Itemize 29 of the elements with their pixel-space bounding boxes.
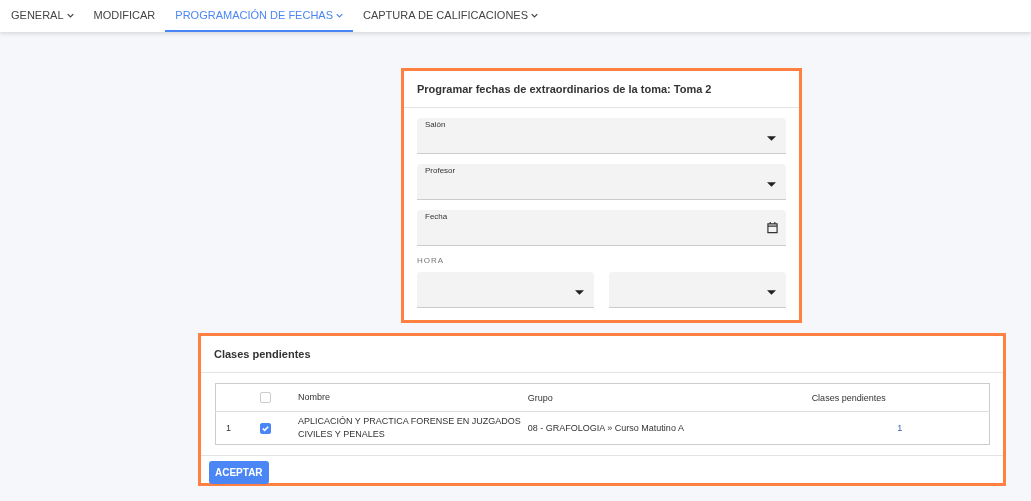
chevron-icon [336,12,343,18]
table-cell: 08 - GRAFOLOGIA » Curso Matutino A [526,411,811,445]
caret-icon [767,182,776,187]
nav-tab[interactable]: MODIFICAR [83,0,166,32]
card-title: Clases pendientes [201,336,1003,373]
time-select[interactable] [609,272,786,308]
form-field[interactable]: Salón [417,118,786,154]
caret-icon [767,136,776,141]
card-title: Programar fechas de extraordinarios de la toma: Toma 2 [404,71,799,108]
nav-tab[interactable]: CAPTURA DE CALIFICACIONES [353,0,549,32]
column-header: Clases pendientes [810,383,990,412]
table-cell: 1 [810,411,990,445]
calendar-icon [767,221,778,234]
form-field[interactable]: Fecha [417,210,786,246]
form-field[interactable]: Profesor [417,164,786,200]
chevron-icon [66,12,74,18]
caret-icon [767,290,776,295]
column-header: Nombre [297,383,527,412]
column-header: Grupo [526,383,811,412]
row-checkbox[interactable] [260,422,272,434]
time-select[interactable] [417,272,594,308]
time-label: HORA [417,256,446,265]
table-cell: APLICACIÓN Y PRACTICA FORENSE EN JUZGADOS CIVILES Y PENALES [297,411,527,445]
nav-tab[interactable]: PROGRAMACIÓN DE FECHAS [165,0,353,32]
nav-tab[interactable]: GENERAL [1,0,84,32]
caret-icon [575,290,584,295]
row-number: 1 [215,411,260,445]
chevron-icon [531,12,539,18]
select-all-checkbox[interactable] [260,392,272,404]
